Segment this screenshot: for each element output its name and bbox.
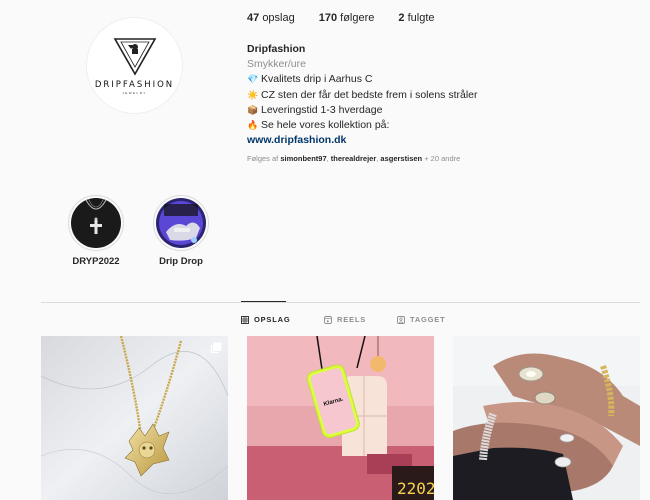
profile-category: Smykker/ure — [247, 58, 306, 71]
logo-text: DRIPFASHION — [94, 80, 175, 90]
bio-line: 📦 Leveringstid 1-3 hverdage — [247, 103, 478, 118]
profile-stats: 47 opslag 170 følgere 2 fulgte — [247, 12, 435, 24]
profile-avatar[interactable]: DRIPFASHION JEWELRY — [86, 17, 183, 114]
highlight-drip-drop[interactable]: Drip Drop — [146, 195, 216, 267]
post-phone-pendant[interactable]: 22029 Klarna. — [247, 336, 434, 500]
profile-name: Dripfashion — [247, 43, 306, 55]
post-image — [453, 336, 640, 500]
reels-icon — [324, 315, 332, 324]
tab-opslag[interactable]: OPSLAG — [241, 315, 290, 324]
post-image — [41, 336, 228, 500]
tab-tagget[interactable]: TAGGET — [397, 315, 446, 324]
fire-icon: 🔥 — [247, 120, 259, 131]
sun-icon: ☀️ — [247, 89, 259, 100]
website-link[interactable]: www.dripfashion.dk — [247, 133, 478, 148]
post-necklace[interactable] — [41, 336, 228, 500]
highlight-cover — [156, 198, 206, 248]
grid-icon — [241, 315, 249, 324]
diamond-icon: 💎 — [247, 74, 259, 85]
svg-text:22029: 22029 — [397, 479, 434, 498]
followers-count[interactable]: 170 følgere — [319, 12, 375, 24]
posts-count: 47 opslag — [247, 12, 295, 24]
multiple-images-icon — [210, 342, 222, 354]
highlight-label: Drip Drop — [159, 256, 203, 267]
post-image: 22029 Klarna. — [247, 336, 434, 500]
logo-subtext: JEWELRY — [122, 91, 147, 95]
highlight-cover — [71, 198, 121, 248]
tabs-divider — [41, 302, 640, 303]
post-bracelet-rings[interactable] — [453, 336, 640, 500]
bio-line: 🔥 Se hele vores kollektion på: — [247, 118, 478, 133]
profile-tabs: OPSLAG REELS TAGGET — [0, 315, 650, 327]
active-tab-indicator — [241, 301, 286, 302]
bio-line: 💎 Kvalitets drip i Aarhus C — [247, 72, 478, 87]
tab-reels[interactable]: REELS — [324, 315, 366, 324]
bio-line: ☀️ CZ sten der får det bedste frem i sol… — [247, 88, 478, 103]
profile-bio: Dripfashion Smykker/ure 💎 Kvalitets drip… — [247, 42, 478, 148]
highlight-dryp2022[interactable]: DRYP2022 — [61, 195, 131, 267]
dripfashion-logo-icon — [113, 38, 156, 76]
following-count[interactable]: 2 fulgte — [398, 12, 434, 24]
highlight-label: DRYP2022 — [72, 256, 120, 267]
followed-by[interactable]: Følges af simonbent97, therealdrejer, as… — [247, 154, 460, 163]
tagged-icon — [397, 315, 405, 324]
package-icon: 📦 — [247, 104, 259, 115]
